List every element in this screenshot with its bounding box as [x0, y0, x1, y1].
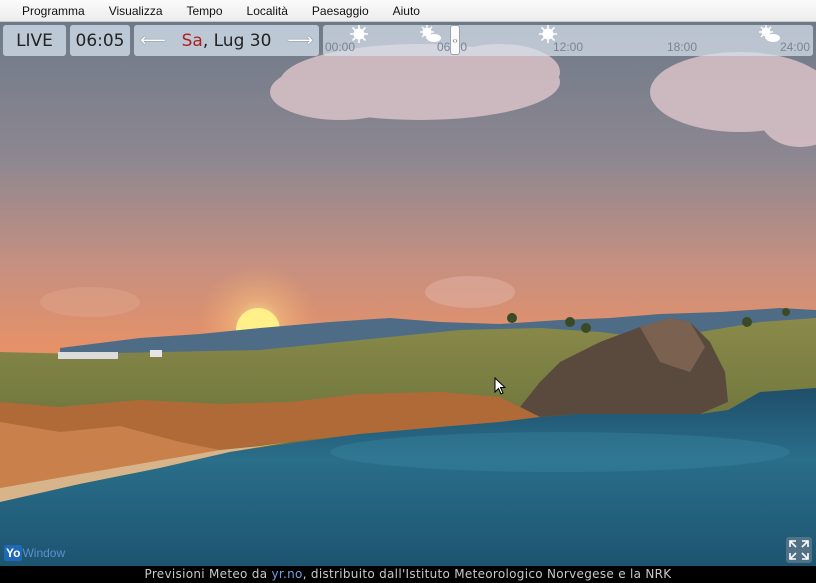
timeline[interactable]: 00:00 06:00 12:00 18:00 24:00 ‹›: [323, 25, 813, 56]
date-navigator: ⟵ Sa, Lug 30 ⟶: [134, 25, 319, 56]
mouse-cursor-icon: [494, 377, 506, 395]
credit-suffix: , distribuito dall'Istituto Meteorologic…: [302, 567, 672, 581]
day-of-week: Sa: [181, 30, 203, 51]
live-button[interactable]: LIVE: [3, 25, 66, 56]
date-label[interactable]: Sa, Lug 30: [182, 31, 272, 51]
landscape-scene: [0, 22, 816, 566]
logo-yo: Yo: [4, 545, 23, 561]
menu-tempo[interactable]: Tempo: [175, 0, 235, 22]
partly-cloudy-icon: [759, 25, 780, 42]
sun-icon: [539, 25, 557, 43]
next-day-arrow-icon[interactable]: ⟶: [287, 30, 313, 51]
partly-cloudy-icon: [420, 25, 441, 42]
toolbar: LIVE 06:05 ⟵ Sa, Lug 30 ⟶ 00:00 06:00 12…: [3, 25, 813, 56]
menu-paesaggio[interactable]: Paesaggio: [300, 0, 381, 22]
fullscreen-button[interactable]: [786, 537, 812, 563]
date-text: , Lug 30: [202, 30, 272, 51]
menu-bar: Programma Visualizza Tempo Località Paes…: [0, 0, 816, 22]
menu-programma[interactable]: Programma: [10, 0, 97, 22]
logo-window: Window: [22, 546, 66, 560]
menu-visualizza[interactable]: Visualizza: [97, 0, 175, 22]
prev-day-arrow-icon[interactable]: ⟵: [140, 30, 166, 51]
sun-icon: [350, 25, 368, 43]
time-slider-handle[interactable]: ‹›: [450, 25, 460, 55]
current-time[interactable]: 06:05: [70, 25, 130, 56]
tick-1800: 18:00: [667, 40, 698, 54]
yr-link[interactable]: yr.no: [271, 567, 302, 581]
credit-prefix: Previsioni Meteo da: [144, 567, 272, 581]
expand-icon: [789, 540, 809, 560]
yowindow-logo[interactable]: Yo Window: [4, 545, 66, 561]
menu-aiuto[interactable]: Aiuto: [381, 0, 432, 22]
menu-localita[interactable]: Località: [235, 0, 300, 22]
forecast-credit: Previsioni Meteo da yr.no, distribuito d…: [0, 566, 816, 583]
tick-2400: 24:00: [780, 40, 811, 54]
